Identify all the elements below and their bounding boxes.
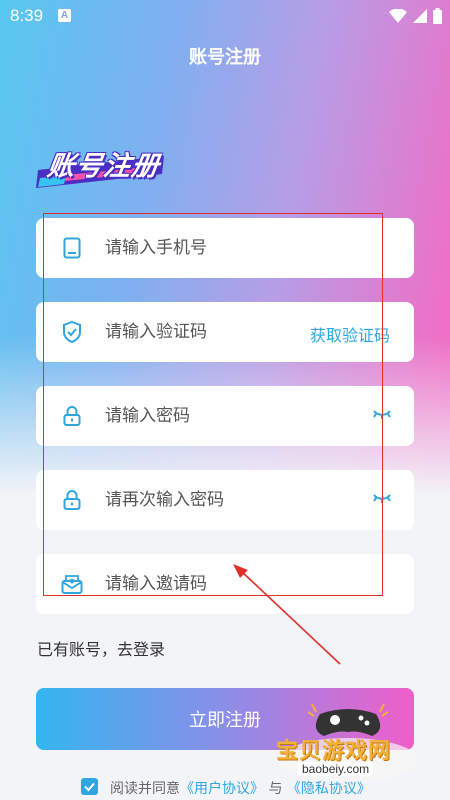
- signal-icon: [413, 9, 427, 23]
- watermark-url: baobeiy.com: [298, 762, 374, 776]
- user-agreement-link[interactable]: 《用户协议》: [180, 781, 264, 797]
- annotation-box: [43, 213, 383, 596]
- page-title: 账号注册: [189, 47, 261, 68]
- watermark-title: 宝贝游戏网: [276, 739, 392, 764]
- agreement-prefix: 阅读并同意: [110, 781, 180, 797]
- status-bar: 8:39 A: [0, 0, 450, 32]
- agree-checkbox[interactable]: [81, 778, 98, 795]
- status-icons: [389, 7, 442, 25]
- check-icon: [84, 782, 95, 792]
- notification-badge-icon: A: [58, 9, 71, 22]
- watermark: 宝贝游戏网 baobeiy.com: [268, 700, 428, 790]
- logo-text: 账号注册: [45, 151, 162, 182]
- battery-icon: [433, 8, 442, 24]
- register-logo: 账号注册: [36, 140, 166, 190]
- status-time: 8:39: [10, 6, 44, 25]
- login-link[interactable]: 已有账号，去登录: [37, 636, 165, 660]
- wifi-icon: [389, 9, 407, 23]
